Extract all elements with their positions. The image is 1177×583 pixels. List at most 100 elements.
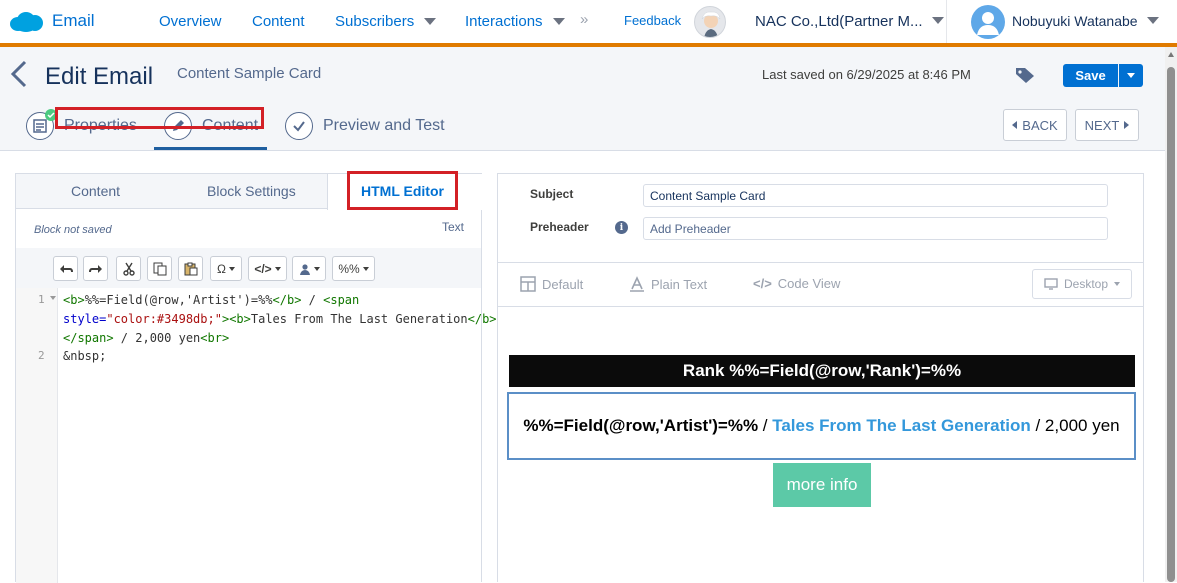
view-plain-text[interactable]: Plain Text: [629, 276, 707, 292]
code-icon: </>: [753, 276, 772, 291]
undo-icon: [59, 264, 73, 273]
save-options-button[interactable]: [1119, 64, 1143, 87]
view-label: Default: [542, 276, 584, 292]
nav-content[interactable]: Content: [252, 13, 305, 30]
paste-button[interactable]: [178, 256, 203, 281]
tab-content[interactable]: Content: [71, 183, 120, 199]
nav-interactions[interactable]: Interactions: [465, 13, 565, 30]
user-avatar-icon[interactable]: [971, 5, 1005, 39]
desktop-icon: [1044, 278, 1058, 290]
code-token: Tales From The Last Generation: [250, 312, 468, 326]
active-step-indicator: [154, 147, 267, 150]
chevron-down-icon[interactable]: [1147, 17, 1159, 24]
feedback-link[interactable]: Feedback: [624, 13, 681, 28]
block-status: Block not saved: [34, 224, 112, 236]
org-name: NAC Co.,Ltd(Partner M...: [755, 13, 923, 30]
person-icon: [299, 263, 310, 275]
cut-button[interactable]: [116, 256, 141, 281]
code-token: <br>: [200, 331, 230, 345]
salesforce-cloud-icon[interactable]: [8, 11, 44, 33]
tab-block-settings[interactable]: Block Settings: [207, 183, 296, 199]
artist-field: %%=Field(@row,'Artist')=%%: [523, 416, 759, 435]
nav-overview[interactable]: Overview: [159, 13, 222, 30]
tag-icon[interactable]: [1013, 65, 1037, 85]
code-token: </b>: [272, 293, 302, 307]
code-token: </b>: [467, 312, 497, 326]
code-editor[interactable]: 1 2 <b>%%=Field(@row,'Artist')=%%</b> / …: [16, 288, 497, 583]
more-info-button[interactable]: more info: [773, 463, 871, 507]
more-nav-icon[interactable]: »: [580, 11, 588, 28]
copy-button[interactable]: [147, 256, 172, 281]
chevron-down-icon: [424, 18, 437, 25]
special-character-button[interactable]: Ω: [210, 256, 242, 281]
redo-button[interactable]: [83, 256, 108, 281]
org-switcher[interactable]: NAC Co.,Ltd(Partner M...: [755, 13, 923, 30]
einstein-avatar-icon[interactable]: [694, 6, 726, 38]
nav-subscribers[interactable]: Subscribers: [335, 13, 437, 30]
code-token: &nbsp;: [63, 349, 107, 363]
code-token: / 2,000 yen: [113, 331, 201, 345]
chevron-left-icon: [1012, 121, 1018, 129]
percent-icon: %%: [338, 261, 360, 276]
fold-toggle-icon[interactable]: [50, 296, 56, 300]
properties-complete-icon: [26, 109, 57, 140]
chevron-down-icon: [1114, 282, 1121, 286]
tab-html-editor[interactable]: HTML Editor: [347, 171, 458, 210]
back-chevron-icon[interactable]: [8, 59, 30, 89]
view-label: Plain Text: [651, 276, 708, 292]
code-token: "color:#3498db;": [106, 312, 222, 326]
personalization-button[interactable]: [292, 256, 326, 281]
chevron-down-icon: [313, 266, 320, 271]
code-icon: </>: [254, 261, 272, 276]
device-select[interactable]: Desktop: [1032, 269, 1132, 299]
back-button[interactable]: BACK: [1003, 109, 1067, 141]
view-default[interactable]: Default: [520, 276, 583, 292]
paste-icon: [184, 262, 197, 275]
subject-field[interactable]: Content Sample Card: [643, 184, 1108, 207]
user-name[interactable]: Nobuyuki Watanabe: [1012, 13, 1138, 29]
code-line: style="color:#3498db;"><b>Tales From The…: [63, 312, 497, 326]
song-title: Tales From The Last Generation: [772, 416, 1031, 435]
price-text: / 2,000 yen: [1030, 416, 1120, 435]
content-card[interactable]: %%=Field(@row,'Artist')=%% / Tales From …: [507, 392, 1136, 460]
copy-icon: [153, 262, 166, 275]
info-icon[interactable]: i: [615, 221, 628, 234]
scroll-thumb[interactable]: [1167, 67, 1175, 582]
page-header: Edit Email Content Sample Card Last save…: [0, 47, 1165, 101]
check-icon: [285, 112, 313, 140]
code-token: style=: [63, 312, 107, 326]
divider: [946, 0, 947, 43]
code-token: <span: [323, 293, 360, 307]
view-code[interactable]: </> Code View: [753, 276, 840, 291]
step-preview-and-test[interactable]: Preview and Test: [285, 112, 445, 140]
code-token: /: [301, 293, 324, 307]
view-label: Code View: [777, 276, 841, 291]
email-name: Content Sample Card: [177, 65, 322, 82]
chevron-down-icon[interactable]: [932, 17, 944, 24]
next-button[interactable]: NEXT: [1075, 109, 1139, 141]
preheader-field[interactable]: Add Preheader: [643, 217, 1108, 240]
ampscript-button[interactable]: %%: [332, 256, 375, 281]
undo-button[interactable]: [53, 256, 78, 281]
editor-mode-label[interactable]: Text: [442, 220, 464, 234]
code-line: <b>%%=Field(@row,'Artist')=%%</b> / <spa…: [63, 293, 359, 307]
nav-interactions-label: Interactions: [465, 13, 543, 30]
scroll-up-icon[interactable]: [1168, 52, 1174, 57]
save-button[interactable]: Save: [1063, 64, 1118, 87]
device-label: Desktop: [1063, 277, 1109, 291]
preheader-label: Preheader: [530, 220, 589, 234]
page-title: Edit Email: [45, 63, 154, 90]
app-name[interactable]: Email: [52, 11, 95, 31]
rank-heading[interactable]: Rank %%=Field(@row,'Rank')=%%: [509, 355, 1135, 387]
insert-code-button[interactable]: </>: [248, 256, 287, 281]
next-button-label: NEXT: [1084, 117, 1120, 133]
annotation-highlight-box: [55, 107, 264, 129]
editor-toolbar: Ω </> %%: [16, 248, 481, 288]
layout-icon: [520, 276, 536, 292]
code-token: <b>: [63, 293, 85, 307]
last-saved-text: Last saved on 6/29/2025 at 8:46 PM: [762, 67, 971, 82]
page-scrollbar[interactable]: [1165, 47, 1177, 582]
line-number: 2: [38, 349, 45, 362]
code-line: &nbsp;: [63, 349, 106, 363]
preview-panel: Subject Content Sample Card Preheader i …: [497, 173, 1144, 582]
